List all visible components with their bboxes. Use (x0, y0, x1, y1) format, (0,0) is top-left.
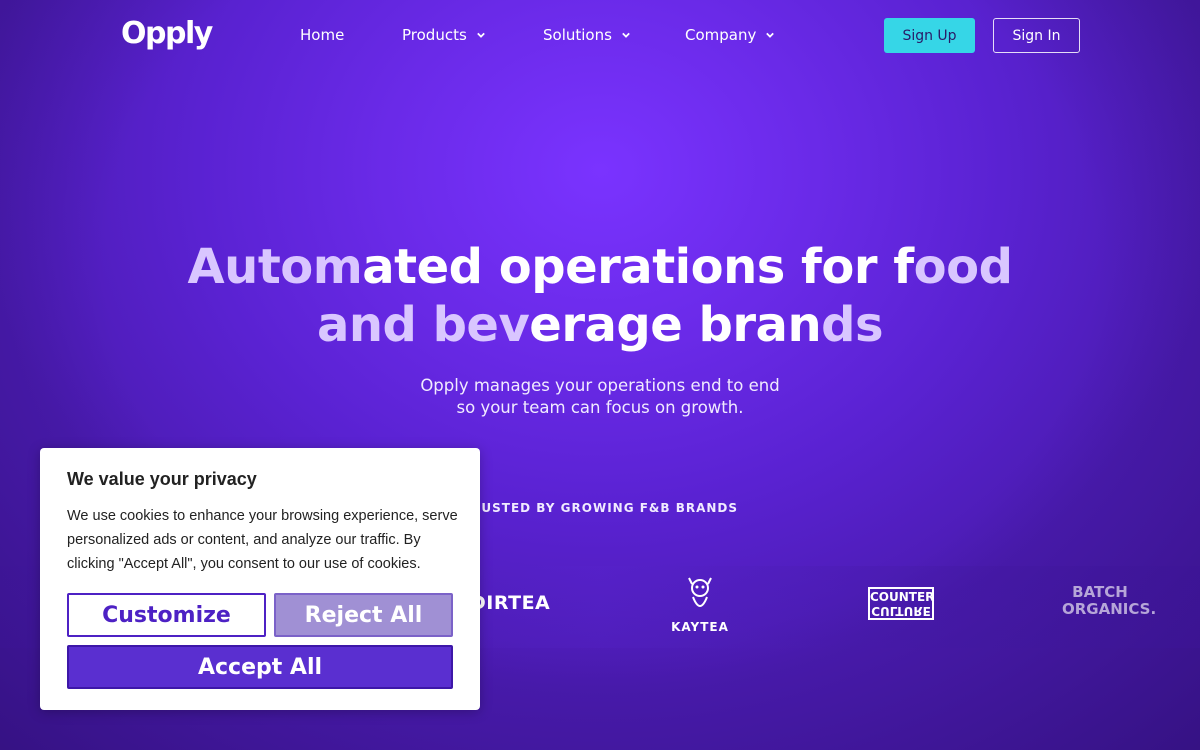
hero-title-part: ated operations for f (362, 239, 914, 295)
hero-subtitle-line: Opply manages your operations end to end (420, 376, 780, 395)
hero-title: Automated operations for food and bevera… (150, 238, 1050, 354)
opply-logo[interactable]: Opply (121, 16, 213, 51)
chevron-down-icon (476, 32, 485, 38)
kaytea-logo: KAYTEA (670, 575, 730, 634)
nav-item-label: Company (685, 26, 757, 44)
hero-title-part: ds (821, 297, 884, 353)
culture-wordmark: CULTURE (871, 604, 931, 618)
organics-wordmark: ORGANICS. (1062, 600, 1157, 618)
counter-wordmark: COUNTER (870, 590, 935, 604)
customize-button[interactable]: Customize (67, 593, 266, 637)
nav-item-products[interactable]: Products (402, 26, 485, 44)
chevron-down-icon (622, 32, 630, 38)
nav-item-label: Solutions (543, 26, 612, 44)
nav-item-solutions[interactable]: Solutions (543, 26, 630, 44)
dirtea-logo: DIRTEA (470, 592, 551, 614)
batch-organics-logo: BATCH ORGANICS. (1062, 583, 1156, 618)
nav-item-label: Home (300, 26, 345, 44)
batch-wordmark: BATCH (1072, 583, 1128, 601)
hero-title-part: ood (913, 239, 1013, 295)
cookie-banner-text: We use cookies to enhance your browsing … (67, 508, 458, 572)
counter-culture-logo: COUNTER CULTURE (868, 587, 934, 620)
hero-subtitle-line: so your team can focus on growth. (456, 398, 744, 417)
kaytea-mascot-icon (688, 577, 712, 607)
hero-title-part: and bev (316, 297, 530, 353)
top-navigation: Opply Home Products Solutions Company Si… (0, 0, 1200, 70)
sign-in-button[interactable]: Sign In (993, 18, 1080, 53)
hero-title-part: erage bran (529, 297, 822, 353)
hero-title-part: Autom (187, 239, 363, 295)
nav-item-home[interactable]: Home (300, 26, 344, 44)
chevron-down-icon (766, 32, 775, 38)
cookie-consent-banner: We value your privacy We use cookies to … (40, 448, 480, 710)
accept-all-button[interactable]: Accept All (67, 645, 453, 689)
kaytea-wordmark: KAYTEA (671, 620, 729, 634)
sign-up-button[interactable]: Sign Up (884, 18, 975, 53)
nav-item-company[interactable]: Company (685, 26, 775, 44)
reject-all-button[interactable]: Reject All (274, 593, 453, 637)
cookie-banner-title: We value your privacy (67, 469, 257, 489)
hero-subtitle: Opply manages your operations end to end… (300, 375, 900, 419)
nav-item-label: Products (402, 26, 467, 44)
